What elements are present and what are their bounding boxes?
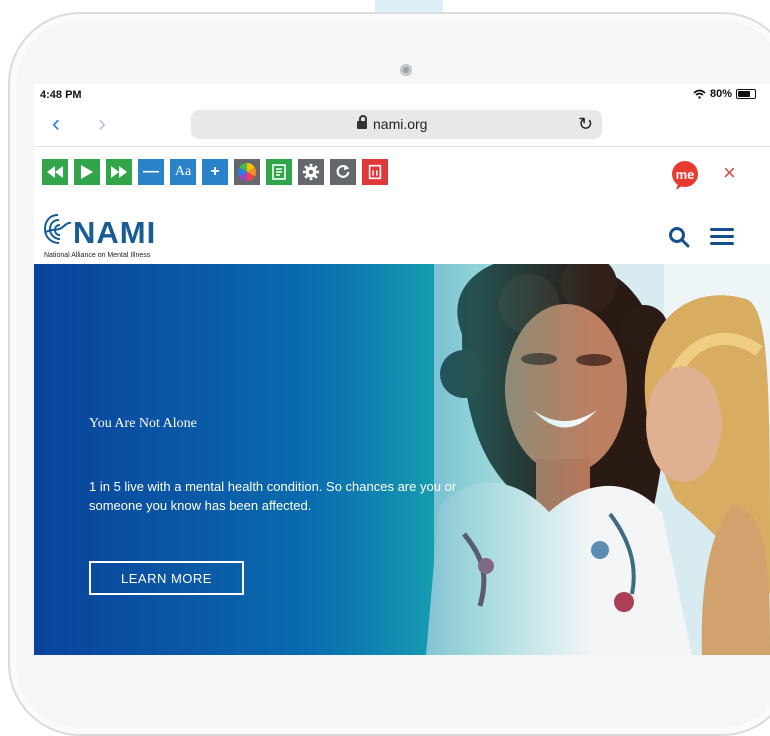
logo-tagline: National Alliance on Mental Illness: [44, 252, 151, 259]
battery-percent: 80%: [709, 88, 732, 100]
browser-address-bar: ‹ › nami.org ↻: [34, 104, 770, 146]
increase-text-button[interactable]: +: [202, 159, 228, 185]
menu-line-1: [710, 228, 734, 231]
hero-banner: You Are Not Alone 1 in 5 live with a men…: [34, 264, 770, 655]
url-text: nami.org: [373, 116, 428, 132]
status-time: 4:48 PM: [40, 89, 82, 101]
device-screen: 4:48 PM 80% ‹ › nami.org ↻ — Aa + me × N…: [34, 84, 770, 655]
battery-fill: [738, 91, 750, 97]
settings-button[interactable]: [298, 159, 324, 185]
wifi-icon: [693, 89, 706, 99]
battery-icon: [736, 89, 756, 99]
reading-mode-button[interactable]: [266, 159, 292, 185]
rewind-icon: [47, 166, 63, 178]
text-size-label: Aa: [174, 164, 192, 179]
site-header: NAMI National Alliance on Mental Illness: [34, 202, 770, 264]
decrease-text-button[interactable]: —: [138, 159, 164, 185]
camera-dot: [400, 64, 412, 76]
play-icon: [81, 165, 93, 179]
color-wheel-icon: [238, 163, 256, 181]
lock-icon: [357, 115, 367, 129]
play-button[interactable]: [74, 159, 100, 185]
reload-icon[interactable]: ↻: [578, 114, 593, 135]
fast-forward-button[interactable]: [106, 159, 132, 185]
accessibility-toolbar: — Aa + me ×: [34, 146, 770, 204]
text-size-button[interactable]: Aa: [170, 159, 196, 185]
reset-button[interactable]: [330, 159, 356, 185]
hero-description: 1 in 5 live with a mental health conditi…: [89, 479, 457, 513]
url-field[interactable]: nami.org ↻: [191, 110, 602, 139]
menu-line-3: [710, 242, 734, 245]
hero-heading: You Are Not Alone: [89, 416, 197, 431]
me-badge-icon[interactable]: me: [668, 160, 702, 190]
search-icon[interactable]: [668, 226, 690, 248]
gear-icon: [302, 163, 320, 181]
chevron-right-icon[interactable]: ›: [98, 112, 106, 136]
exit-button[interactable]: [362, 159, 388, 185]
plus-icon: +: [210, 163, 220, 180]
chevron-left-icon[interactable]: ‹: [52, 112, 60, 136]
rewind-button[interactable]: [42, 159, 68, 185]
learn-more-button[interactable]: LEARN MORE: [89, 561, 244, 595]
me-badge-label: me: [676, 167, 695, 182]
nami-logo-icon: [44, 214, 72, 244]
menu-line-2: [710, 235, 734, 238]
exit-icon: [368, 164, 382, 180]
fast-forward-icon: [111, 166, 127, 178]
document-icon: [272, 164, 286, 180]
menu-icon[interactable]: [710, 228, 734, 246]
status-bar: 4:48 PM 80%: [34, 84, 770, 104]
refresh-icon: [336, 164, 350, 178]
hero-overlay: [34, 264, 770, 655]
minus-icon: —: [143, 163, 159, 180]
close-icon[interactable]: ×: [723, 160, 736, 186]
logo-wordmark: NAMI: [73, 215, 157, 250]
color-wheel-button[interactable]: [234, 159, 260, 185]
status-indicators: 80%: [693, 88, 756, 100]
